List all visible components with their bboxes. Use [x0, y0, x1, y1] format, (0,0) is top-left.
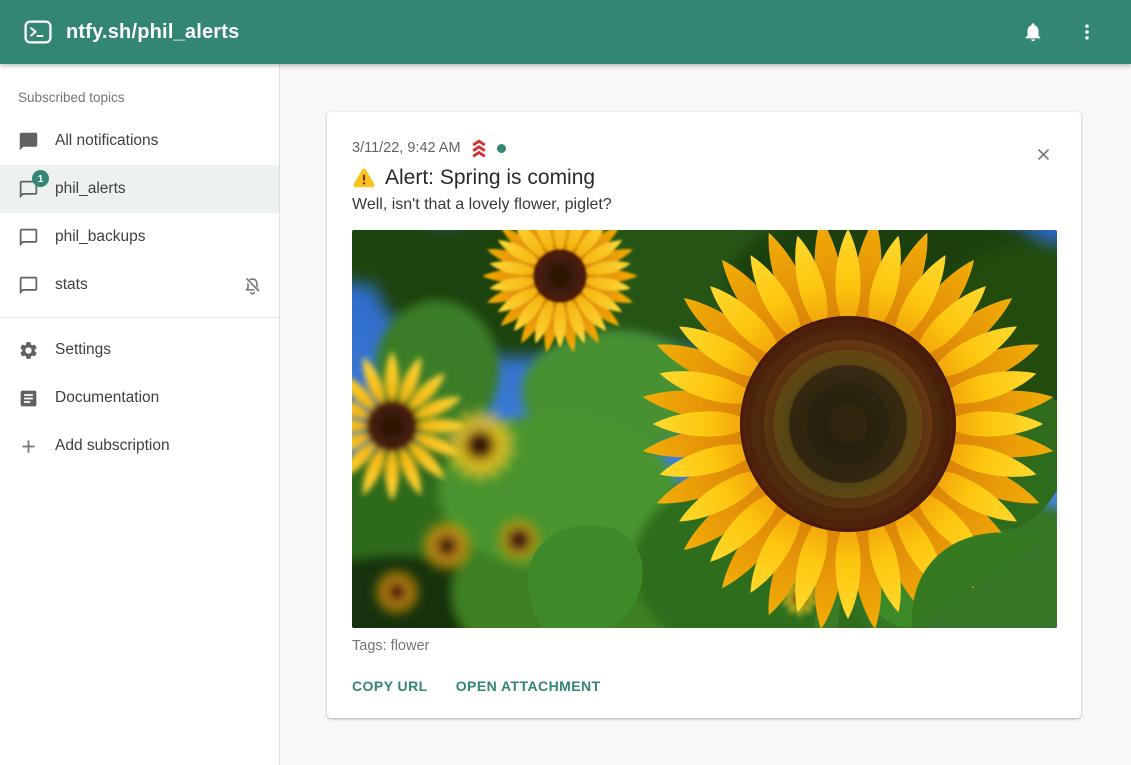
- main-content: 3/11/22, 9:42 AM Alert: Spring is coming: [280, 64, 1131, 765]
- sidebar-item-label: Documentation: [55, 389, 159, 407]
- sidebar-item-label: All notifications: [55, 132, 158, 150]
- notification-timestamp: 3/11/22, 9:42 AM: [352, 140, 461, 156]
- close-notification-button[interactable]: [1027, 138, 1059, 170]
- notification-meta: 3/11/22, 9:42 AM: [352, 138, 1057, 158]
- gear-icon: [16, 338, 40, 362]
- notifications-bell-button[interactable]: [1013, 12, 1053, 52]
- open-attachment-button[interactable]: OPEN ATTACHMENT: [456, 670, 601, 702]
- chat-bubble-filled-icon: [16, 129, 40, 153]
- sidebar-item-phil-backups[interactable]: phil_backups: [0, 213, 279, 261]
- app-title: ntfy.sh/phil_alerts: [66, 21, 239, 44]
- sidebar-item-phil-alerts[interactable]: 1 phil_alerts: [0, 165, 279, 213]
- plus-icon: [16, 434, 40, 458]
- copy-url-button[interactable]: COPY URL: [352, 670, 428, 702]
- close-icon: [1034, 145, 1053, 164]
- sidebar-item-add-subscription[interactable]: Add subscription: [0, 422, 279, 470]
- sidebar-item-all-notifications[interactable]: All notifications: [0, 117, 279, 165]
- notification-actions: COPY URL OPEN ATTACHMENT: [352, 670, 1057, 702]
- subscribed-topics-label: Subscribed topics: [0, 64, 279, 117]
- bell-icon: [1022, 21, 1044, 43]
- sunflower-photo: [352, 230, 1057, 628]
- terminal-icon: [24, 20, 52, 44]
- sidebar-item-label: phil_alerts: [55, 180, 126, 198]
- warning-emoji-icon: [352, 166, 376, 190]
- notification-tags: Tags: flower: [352, 638, 1057, 654]
- document-icon: [16, 386, 40, 410]
- app-bar: ntfy.sh/phil_alerts: [0, 0, 1131, 64]
- chat-bubble-outline-icon: [16, 225, 40, 249]
- attachment-image[interactable]: [352, 230, 1057, 628]
- sidebar-item-label: phil_backups: [55, 228, 145, 246]
- overflow-menu-button[interactable]: [1067, 12, 1107, 52]
- bell-off-icon: [242, 275, 263, 296]
- sidebar-item-documentation[interactable]: Documentation: [0, 374, 279, 422]
- sidebar-item-label: Settings: [55, 341, 111, 359]
- sidebar-item-label: Add subscription: [55, 437, 170, 455]
- unread-dot-icon: [497, 144, 506, 153]
- sidebar-item-label: stats: [55, 276, 88, 294]
- notification-card: 3/11/22, 9:42 AM Alert: Spring is coming: [327, 112, 1081, 718]
- notification-body: Well, isn't that a lovely flower, piglet…: [352, 196, 1057, 214]
- sidebar: Subscribed topics All notifications 1 ph…: [0, 64, 280, 765]
- chat-bubble-outline-icon: 1: [16, 177, 40, 201]
- kebab-menu-icon: [1077, 22, 1097, 42]
- notification-title-row: Alert: Spring is coming: [352, 166, 1057, 190]
- sidebar-divider: [0, 317, 279, 318]
- priority-high-icon: [468, 138, 490, 158]
- sidebar-item-settings[interactable]: Settings: [0, 326, 279, 374]
- sidebar-item-stats[interactable]: stats: [0, 261, 279, 309]
- unread-count-badge: 1: [32, 170, 49, 187]
- notification-title: Alert: Spring is coming: [385, 166, 595, 190]
- chat-bubble-outline-icon: [16, 273, 40, 297]
